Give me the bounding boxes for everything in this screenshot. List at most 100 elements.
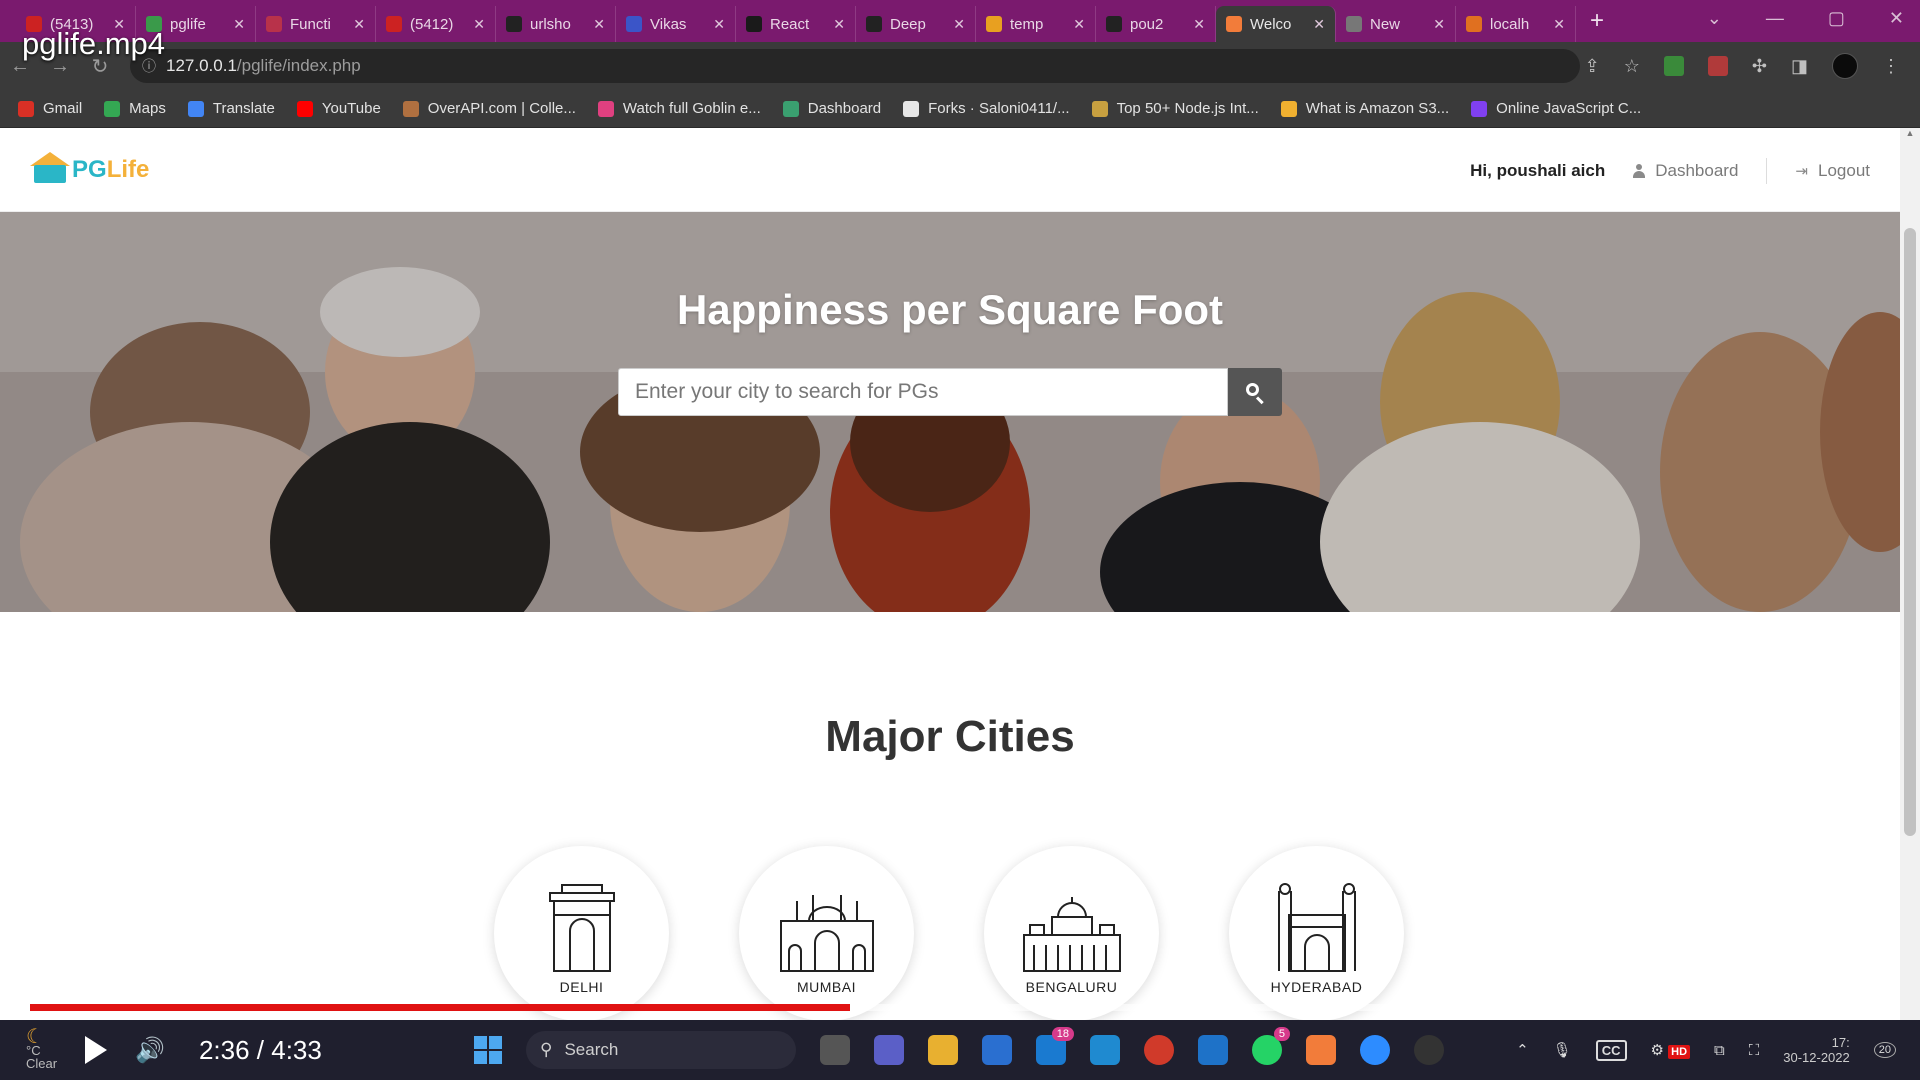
- maximize-button[interactable]: ▢: [1828, 8, 1845, 29]
- bookmark-item[interactable]: Online JavaScript C...: [1471, 100, 1641, 117]
- browser-tab[interactable]: localh ✕: [1456, 6, 1576, 42]
- side-panel-icon[interactable]: ◨: [1791, 56, 1808, 77]
- close-tab-icon[interactable]: ✕: [833, 16, 845, 33]
- chrome-icon[interactable]: [1144, 1035, 1174, 1065]
- scrollbar-thumb[interactable]: [1904, 228, 1916, 836]
- tab-search-icon[interactable]: ⌄: [1707, 8, 1722, 29]
- bookmark-item[interactable]: Gmail: [18, 100, 82, 117]
- github-icon: [866, 16, 882, 32]
- xampp-icon[interactable]: [1306, 1035, 1336, 1065]
- pglife-logo[interactable]: PGLife: [30, 152, 149, 184]
- bookmark-item[interactable]: Top 50+ Node.js Int...: [1091, 100, 1259, 117]
- v-icon: [626, 16, 642, 32]
- bookmark-item[interactable]: Translate: [187, 100, 275, 117]
- video-progress-bar[interactable]: [30, 1004, 1466, 1011]
- teams-icon[interactable]: [874, 1035, 904, 1065]
- mail-icon[interactable]: 18: [1036, 1027, 1074, 1065]
- new-tab-button[interactable]: +: [1590, 7, 1604, 35]
- browser-tab[interactable]: New ✕: [1336, 6, 1456, 42]
- close-tab-icon[interactable]: ✕: [1313, 16, 1325, 33]
- captions-icon[interactable]: CC: [1595, 1039, 1627, 1061]
- share-icon[interactable]: ⇪: [1585, 56, 1600, 77]
- close-tab-icon[interactable]: ✕: [473, 16, 485, 33]
- logo-life-text: Life: [106, 156, 150, 183]
- minimize-button[interactable]: —: [1766, 8, 1784, 29]
- fullscreen-icon[interactable]: ⛶: [1749, 1042, 1760, 1059]
- volume-icon[interactable]: 🔊: [135, 1036, 165, 1065]
- close-tab-icon[interactable]: ✕: [1433, 16, 1445, 33]
- browser-tab[interactable]: Functi ✕: [256, 6, 376, 42]
- play-icon[interactable]: [85, 1036, 108, 1064]
- bookmark-item[interactable]: Maps: [104, 100, 166, 117]
- close-tab-icon[interactable]: ✕: [1553, 16, 1565, 33]
- close-tab-icon[interactable]: ✕: [953, 16, 965, 33]
- settings-icon[interactable]: ⚙ HD: [1651, 1041, 1691, 1059]
- close-tab-icon[interactable]: ✕: [593, 16, 605, 33]
- bookmark-item[interactable]: What is Amazon S3...: [1280, 100, 1449, 117]
- close-tab-icon[interactable]: ✕: [1073, 16, 1085, 33]
- bookmark-favicon-icon: [296, 100, 313, 117]
- close-tab-icon[interactable]: ✕: [713, 16, 725, 33]
- system-clock[interactable]: 17: 30-12-2022: [1783, 1035, 1850, 1065]
- visual-studio-icon[interactable]: [1198, 1035, 1228, 1065]
- file-explorer-icon[interactable]: [928, 1035, 958, 1065]
- city-label: MUMBAI: [797, 979, 856, 995]
- taskbar-search[interactable]: ⚲ Search: [526, 1031, 796, 1069]
- media-player-icon[interactable]: [1414, 1035, 1444, 1065]
- zoom-icon[interactable]: [1360, 1035, 1390, 1065]
- city-card-delhi[interactable]: DELHI: [494, 846, 669, 1020]
- search-button[interactable]: [1228, 368, 1282, 416]
- browser-tab[interactable]: (5412) ✕: [376, 6, 496, 42]
- microphone-icon[interactable]: 🎙: [1553, 1041, 1572, 1059]
- bookmark-item[interactable]: Dashboard: [782, 100, 882, 117]
- notification-count[interactable]: 20: [1873, 1042, 1896, 1058]
- close-tab-icon[interactable]: ✕: [233, 16, 245, 33]
- browser-menu-icon[interactable]: ⋮: [1882, 56, 1900, 77]
- store-icon[interactable]: [982, 1035, 1012, 1065]
- bookmark-favicon-icon: [1280, 100, 1297, 117]
- windows-start-icon[interactable]: [474, 1036, 502, 1064]
- browser-tab[interactable]: React ✕: [736, 6, 856, 42]
- task-view-icon[interactable]: [820, 1035, 850, 1065]
- browser-tab[interactable]: temp ✕: [976, 6, 1096, 42]
- bookmark-item[interactable]: YouTube: [296, 100, 381, 117]
- close-window-button[interactable]: ✕: [1889, 8, 1904, 29]
- city-search-input[interactable]: [618, 368, 1228, 416]
- extension-green-icon[interactable]: [1663, 56, 1684, 76]
- close-tab-icon[interactable]: ✕: [353, 16, 365, 33]
- bookmark-favicon-icon: [1091, 100, 1108, 117]
- miniplayer-icon[interactable]: ⧉: [1714, 1042, 1725, 1059]
- bookmark-label: OverAPI.com | Colle...: [427, 100, 576, 117]
- city-label: HYDERABAD: [1270, 979, 1363, 995]
- vs-code-icon[interactable]: [1090, 1035, 1120, 1065]
- close-tab-icon[interactable]: ✕: [1193, 16, 1205, 33]
- bookmark-item[interactable]: Forks · Saloni0411/...: [903, 100, 1070, 117]
- whatsapp-icon[interactable]: 5: [1252, 1027, 1290, 1065]
- tray-chevron-icon[interactable]: ⌃: [1516, 1041, 1529, 1059]
- extensions-puzzle-icon[interactable]: ✣: [1752, 56, 1767, 77]
- page-scrollbar[interactable]: ▲: [1900, 128, 1920, 1020]
- scroll-up-icon[interactable]: ▲: [1900, 128, 1920, 142]
- dashboard-link[interactable]: Dashboard: [1633, 161, 1738, 181]
- bookmark-star-icon[interactable]: ☆: [1624, 56, 1640, 77]
- sun-icon: [986, 16, 1002, 32]
- browser-tab[interactable]: urlsho ✕: [496, 6, 616, 42]
- bookmark-item[interactable]: OverAPI.com | Colle...: [402, 100, 576, 117]
- bookmark-label: Dashboard: [807, 100, 882, 117]
- profile-avatar[interactable]: [1832, 53, 1858, 79]
- browser-tab[interactable]: Deep ✕: [856, 6, 976, 42]
- browser-tab[interactable]: pou2 ✕: [1096, 6, 1216, 42]
- browser-tab[interactable]: Vikas ✕: [616, 6, 736, 42]
- city-card-bengaluru[interactable]: BENGALURU: [984, 846, 1159, 1020]
- bookmark-item[interactable]: Watch full Goblin e...: [597, 100, 761, 117]
- logout-link[interactable]: ⇥ Logout: [1795, 161, 1870, 181]
- weather-widget[interactable]: ☾ °C Clear: [26, 1027, 57, 1070]
- city-card-mumbai[interactable]: MUMBAI: [739, 846, 914, 1020]
- youtube-icon: [386, 16, 402, 32]
- browser-tab[interactable]: Welco ✕: [1216, 6, 1336, 42]
- bookmarks-bar: Gmail Maps Translate YouTube OverAPI.com | C…: [0, 90, 1920, 128]
- user-icon: [1633, 163, 1646, 179]
- city-card-hyderabad[interactable]: HYDERABAD: [1229, 846, 1404, 1020]
- extension-red-icon[interactable]: [1707, 56, 1728, 76]
- address-bar[interactable]: ⓘ 127.0.0.1/pglife/index.php: [130, 49, 1580, 83]
